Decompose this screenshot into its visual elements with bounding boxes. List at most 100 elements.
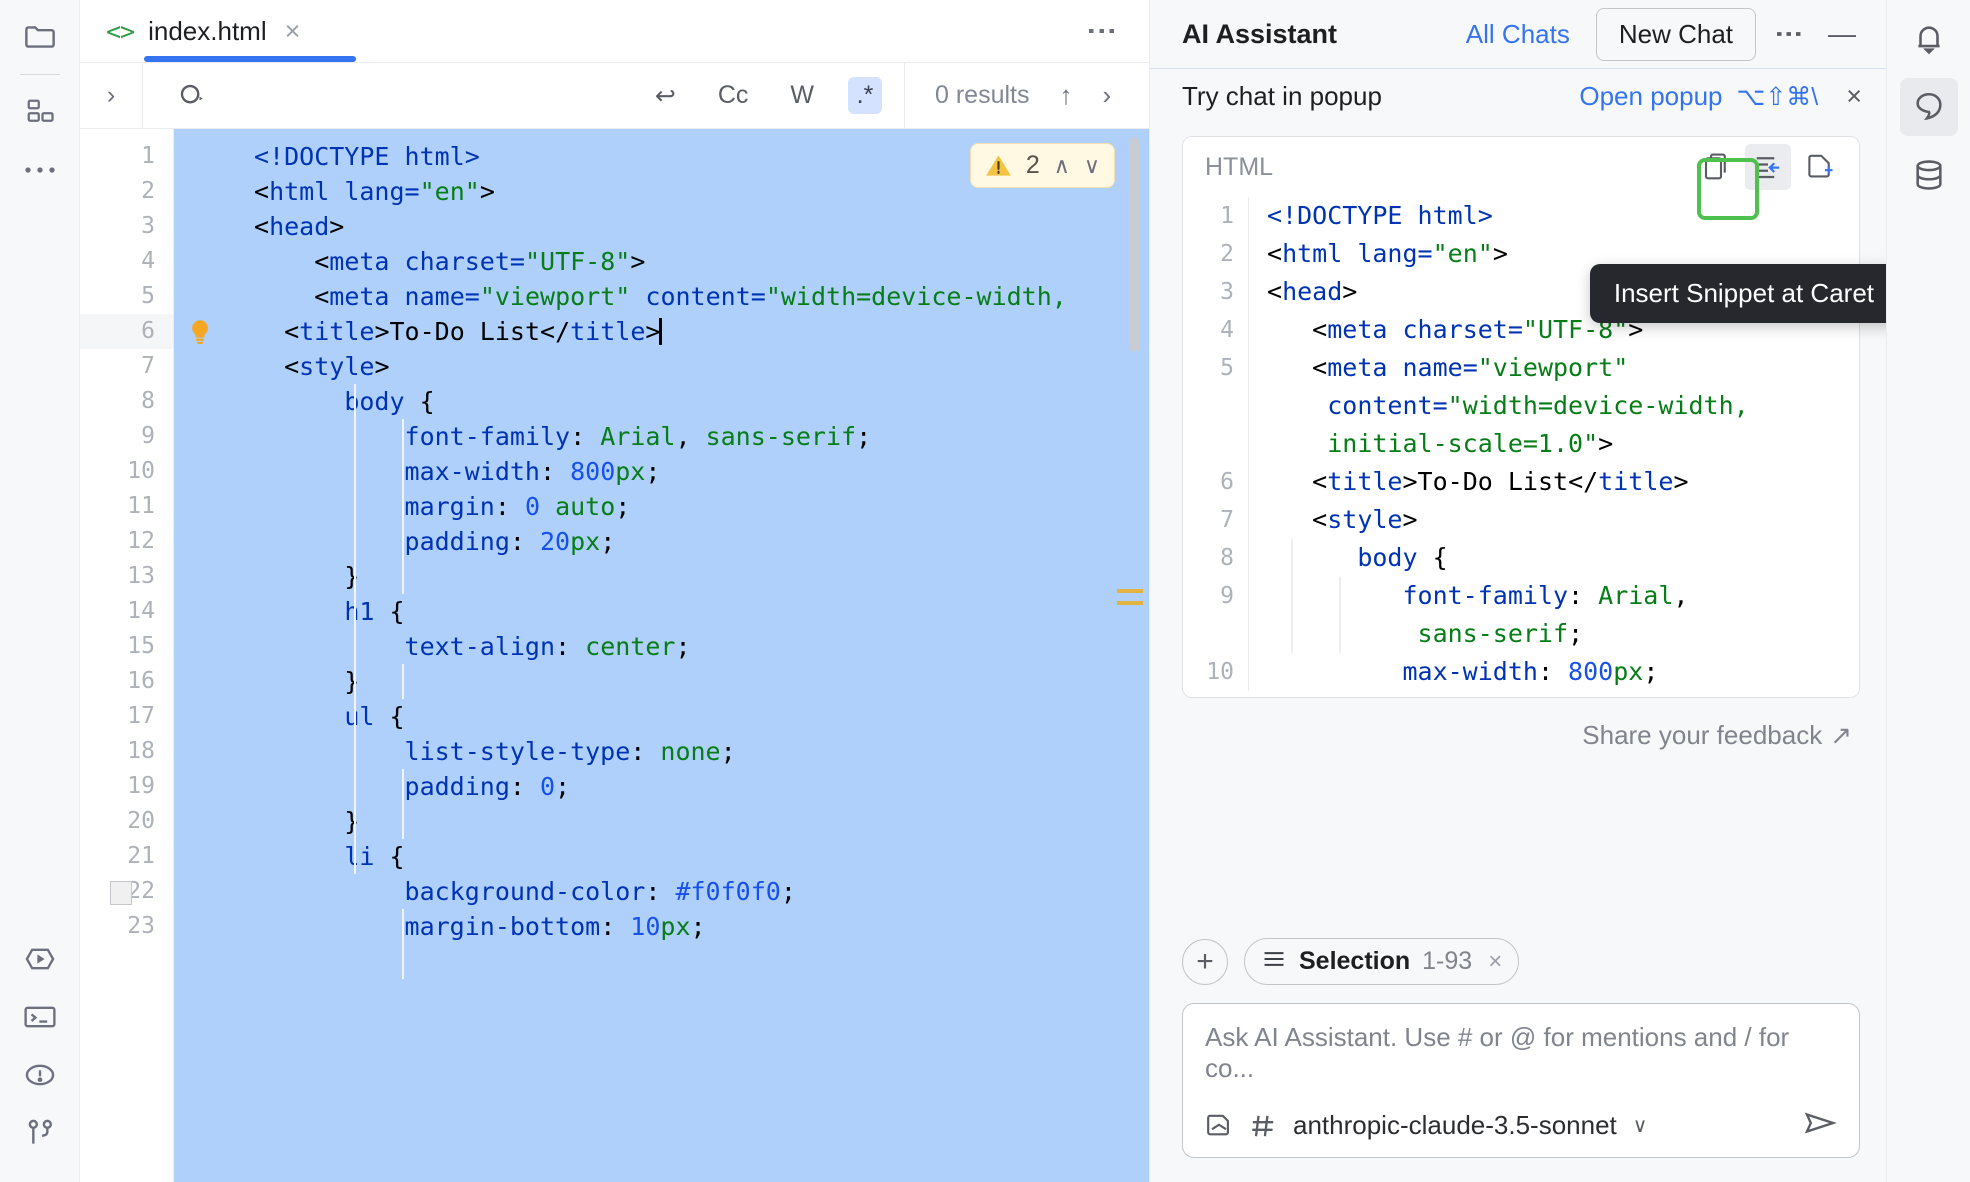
- snippet-line-number: 9: [1220, 583, 1234, 609]
- copy-icon[interactable]: [1693, 144, 1739, 190]
- all-chats-link[interactable]: All Chats: [1466, 19, 1570, 50]
- code-line: }: [254, 807, 360, 836]
- code-text[interactable]: <!DOCTYPE html> <html lang="en"> <head> <m…: [254, 129, 1149, 1182]
- terminal-icon[interactable]: [13, 990, 67, 1044]
- snippet-line-number: [1183, 387, 1248, 425]
- add-attachment-button[interactable]: +: [1182, 938, 1228, 985]
- line-number: 23: [127, 913, 155, 939]
- chevron-down-icon[interactable]: ∨: [1633, 1113, 1648, 1138]
- code-line: h1 {: [344, 597, 405, 626]
- gutter-marker: [174, 734, 254, 769]
- try-chat-popup-banner: Try chat in popup Open popup ⌥⇧⌘\ ×: [1150, 68, 1886, 124]
- problems-icon[interactable]: [13, 1048, 67, 1102]
- database-icon[interactable]: [1900, 146, 1958, 204]
- selection-chip[interactable]: Selection 1-93 ×: [1244, 938, 1520, 985]
- structure-icon[interactable]: [13, 85, 67, 139]
- attachment-chips: + Selection 1-93 ×: [1182, 924, 1860, 1003]
- line-number: 10: [127, 458, 155, 484]
- intention-bulb-icon[interactable]: [188, 319, 212, 345]
- code-line: body {: [344, 387, 435, 416]
- next-match-icon[interactable]: ›: [1102, 80, 1111, 111]
- gutter-marker: [174, 174, 254, 209]
- warning-stripe-marker[interactable]: [1117, 589, 1143, 593]
- editor-scrollbar[interactable]: [1129, 137, 1139, 352]
- code-snippet-card: HTML 1 2 3 4 5 6 7 8 9 10 <!DOCTYPE html…: [1182, 136, 1860, 698]
- snippet-code-line: initial-scale=1.0">: [1327, 429, 1614, 458]
- gutter-marker: [174, 384, 254, 419]
- share-feedback-link[interactable]: Share your feedback: [1582, 720, 1822, 751]
- send-icon[interactable]: [1803, 1108, 1837, 1143]
- selection-chip-label: Selection: [1299, 947, 1411, 975]
- marker-gutter[interactable]: [110, 129, 254, 1182]
- code-line: <title>To-Do List</title>: [284, 317, 663, 346]
- bell-icon[interactable]: [1900, 10, 1958, 68]
- gutter-marker[interactable]: [174, 314, 254, 349]
- snippet-line-number: [1183, 425, 1248, 463]
- code-line: margin: 0 auto;: [404, 492, 631, 521]
- line-number: 5: [141, 283, 155, 309]
- expand-search-icon[interactable]: ›: [80, 81, 142, 110]
- more-icon[interactable]: [13, 143, 67, 197]
- external-link-icon[interactable]: ↗: [1830, 720, 1852, 751]
- code-line: ul {: [344, 702, 405, 731]
- attach-icon[interactable]: [1205, 1112, 1233, 1140]
- panel-options-kebab-icon[interactable]: ⋮: [1774, 20, 1805, 48]
- close-icon[interactable]: ×: [285, 17, 301, 45]
- next-problem-icon[interactable]: ∨: [1084, 153, 1100, 179]
- line-number: 2: [141, 178, 155, 204]
- gutter-marker: [174, 279, 254, 314]
- code-line: <meta name="viewport" content="width=dev…: [314, 282, 1067, 311]
- prompt-toolbar: anthropic-claude-3.5-sonnet ∨: [1205, 1108, 1837, 1143]
- words-toggle[interactable]: W: [782, 77, 822, 114]
- text-caret: [659, 318, 663, 345]
- gutter-marker: [174, 209, 254, 244]
- editor-tab-index-html[interactable]: <> index.html ×: [80, 0, 324, 62]
- mention-icon[interactable]: [1249, 1112, 1277, 1140]
- match-case-toggle[interactable]: Cc: [710, 77, 757, 114]
- color-swatch-icon[interactable]: [110, 881, 132, 905]
- remove-selection-icon[interactable]: ×: [1484, 948, 1502, 976]
- search-options: ↩ Cc W .*: [647, 77, 904, 115]
- preserve-case-toggle[interactable]: ↩: [647, 77, 684, 115]
- new-chat-button[interactable]: New Chat: [1595, 7, 1756, 61]
- new-file-icon[interactable]: [1797, 144, 1843, 190]
- inspection-widget[interactable]: 2 ∧ ∨: [969, 143, 1115, 188]
- snippet-line-number: 7: [1220, 507, 1234, 533]
- run-icon[interactable]: [13, 932, 67, 986]
- code-line: <head>: [254, 212, 345, 241]
- close-banner-icon[interactable]: ×: [1832, 81, 1862, 112]
- line-number: 15: [127, 633, 155, 659]
- ai-input-footer: + Selection 1-93 × Ask AI Assistant. Use…: [1150, 924, 1886, 1182]
- regex-toggle[interactable]: .*: [848, 77, 882, 114]
- warning-stripe-marker[interactable]: [1117, 601, 1143, 605]
- snippet-code-line: max-width: 800px;: [1402, 657, 1659, 686]
- code-line: max-width: 800px;: [404, 457, 661, 486]
- insert-at-caret-icon[interactable]: [1745, 144, 1791, 190]
- line-number: 21: [127, 843, 155, 869]
- model-selector[interactable]: anthropic-claude-3.5-sonnet: [1293, 1110, 1617, 1141]
- line-number: 8: [141, 388, 155, 414]
- minimize-icon[interactable]: —: [1822, 18, 1862, 50]
- gutter-marker: [174, 524, 254, 559]
- ai-prompt-box[interactable]: Ask AI Assistant. Use # or @ for mention…: [1182, 1003, 1860, 1158]
- open-popup-link[interactable]: Open popup: [1579, 81, 1722, 112]
- code-editor[interactable]: 1 2 3 4 5 6 7 8 9 10 11 12 13 14 15 16 17 18 19 20 21 22 23 <!…: [80, 129, 1149, 1182]
- gutter-marker: [174, 349, 254, 384]
- line-number: 11: [127, 493, 155, 519]
- gutter-marker: [174, 454, 254, 489]
- ai-prompt-input[interactable]: Ask AI Assistant. Use # or @ for mention…: [1205, 1022, 1837, 1084]
- line-number: 3: [141, 213, 155, 239]
- search-input[interactable]: ↩ Cc W .*: [142, 63, 904, 128]
- folder-icon[interactable]: [13, 10, 67, 64]
- snippet-line-number: 2: [1220, 241, 1234, 267]
- gutter-marker[interactable]: [110, 874, 254, 909]
- snippet-code-line: font-family: Arial,: [1402, 581, 1689, 610]
- gutter-marker: [174, 489, 254, 524]
- gutter-marker: [174, 419, 254, 454]
- branch-icon[interactable]: [13, 1106, 67, 1160]
- ai-icon[interactable]: [1899, 78, 1958, 136]
- previous-match-icon[interactable]: ↑: [1059, 80, 1072, 111]
- editor-options-kebab-icon[interactable]: ⋮: [1085, 16, 1118, 46]
- snippet-line-number: 5: [1220, 355, 1234, 381]
- previous-problem-icon[interactable]: ∧: [1054, 153, 1070, 179]
